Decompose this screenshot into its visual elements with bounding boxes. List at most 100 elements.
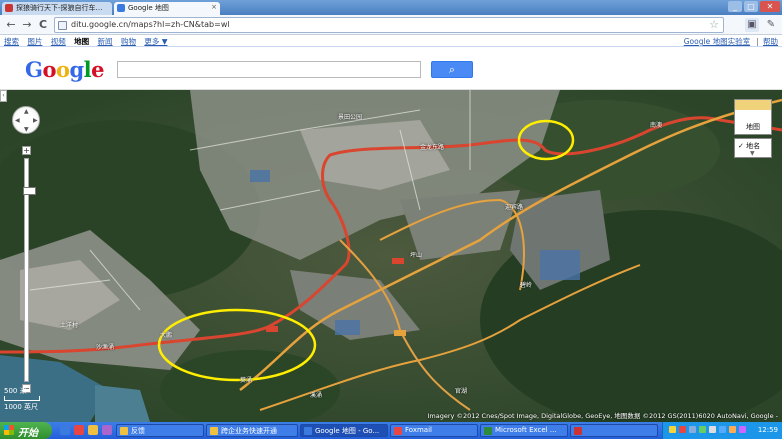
tray-icon[interactable] <box>689 426 696 433</box>
gbar-link-maps[interactable]: 地图 <box>74 37 89 46</box>
pan-down-icon[interactable]: ▼ <box>24 126 29 133</box>
map-place-label[interactable]: 碧岭 <box>520 280 532 289</box>
taskbar-item[interactable]: 跨企业务快速开通 <box>206 424 298 437</box>
map-place-label[interactable]: 溪涌 <box>310 390 322 399</box>
gbar-link-news[interactable]: 新闻 <box>98 37 113 46</box>
gbar-link-images[interactable]: 图片 <box>27 37 42 46</box>
gbar-link-shopping[interactable]: 购物 <box>121 37 136 46</box>
browser-toolbar: ← → C ditu.google.cn/maps?hl=zh-CN&tab=w… <box>0 15 782 35</box>
map-attribution: Imagery ©2012 Cnes/Spot Image, DigitalGl… <box>427 412 779 420</box>
labels-toggle[interactable]: ✓ 地名 ▼ <box>734 138 772 158</box>
tab-favicon-icon <box>5 4 13 12</box>
network-icon[interactable] <box>719 426 726 433</box>
pan-control[interactable]: ▲ ▼ ◀ ▶ <box>12 106 40 134</box>
scale-bar-graphic <box>4 396 40 401</box>
extension-icon[interactable]: ▣ <box>745 18 759 32</box>
collapse-panel-button[interactable]: ‹ <box>0 90 7 102</box>
map-place-label[interactable]: 葵涌 <box>240 375 252 384</box>
map-place-label[interactable]: 官湖 <box>455 386 467 395</box>
map-place-label[interactable]: 景田公园 <box>338 112 362 121</box>
zoom-in-button[interactable]: + <box>22 146 31 155</box>
pan-left-icon[interactable]: ◀ <box>15 117 20 124</box>
quicklaunch-folder-icon[interactable] <box>88 425 98 435</box>
taskbar-item[interactable]: Foxmail <box>390 424 478 437</box>
excel-icon <box>484 427 492 435</box>
url-text: ditu.google.cn/maps?hl=zh-CN&tab=wl <box>71 20 230 29</box>
tab-title: 探狼骑行天下-探狼自行车… <box>16 4 103 12</box>
maps-labs-link[interactable]: Google 地图实验室 <box>684 37 750 46</box>
reload-button[interactable]: C <box>36 18 50 32</box>
quicklaunch-ie-icon[interactable] <box>60 425 70 435</box>
gbar-link-video[interactable]: 视频 <box>51 37 66 46</box>
map-place-label[interactable]: 土洋村 <box>60 320 78 329</box>
taskbar-item[interactable] <box>570 424 658 437</box>
scale-bar: 500 米 1000 英尺 <box>4 386 40 412</box>
app-icon <box>574 427 582 435</box>
tab-tanlang[interactable]: 探狼骑行天下-探狼自行车… <box>2 2 112 15</box>
pan-right-icon[interactable]: ▶ <box>33 117 38 124</box>
google-logo[interactable]: Google <box>25 57 105 82</box>
browser-tab-bar: 探狼骑行天下-探狼自行车… Google 地图 × _ □ ✕ <box>0 0 782 15</box>
tray-icon[interactable] <box>699 426 706 433</box>
address-bar[interactable]: ditu.google.cn/maps?hl=zh-CN&tab=wl ☆ <box>54 17 724 33</box>
windows-taskbar: 开始 反馈 跨企业务快速开通 Google 地图 - Go... Foxmail… <box>0 422 782 439</box>
tray-icon[interactable] <box>669 426 676 433</box>
map-place-label[interactable]: 沙渔涌 <box>96 342 114 351</box>
forward-button[interactable]: → <box>20 18 34 32</box>
zoom-control: + − <box>22 146 36 394</box>
taskbar-item[interactable]: 反馈 <box>116 424 204 437</box>
map-place-label[interactable]: 大鹏 <box>160 330 172 339</box>
map-canvas[interactable]: 景田公园 金龙东路 迎宾路 坪山 土洋村 大鹏 沙渔涌 葵涌 官湖 碧岭 溪涌 … <box>0 90 782 422</box>
gbar-right-links: Google 地图实验室 | 帮助 <box>683 37 778 46</box>
help-link[interactable]: 帮助 <box>763 37 778 46</box>
maximize-button[interactable]: □ <box>744 1 758 12</box>
taskbar-item[interactable]: Microsoft Excel ... <box>480 424 568 437</box>
window-controls: _ □ ✕ <box>728 1 780 12</box>
scale-metric-label: 500 米 <box>4 387 27 395</box>
tray-icon[interactable] <box>739 426 746 433</box>
chevron-down-icon: ▼ <box>750 150 755 157</box>
gbar-link-more[interactable]: 更多 ▼ <box>144 37 167 46</box>
foxmail-icon <box>394 427 402 435</box>
minimize-button[interactable]: _ <box>728 1 742 12</box>
tab-favicon-icon <box>117 4 125 12</box>
map-road-label[interactable]: 金龙东路 <box>420 142 444 151</box>
tab-close-icon[interactable]: × <box>211 3 217 11</box>
close-window-button[interactable]: ✕ <box>760 1 780 12</box>
bookmark-star-icon[interactable]: ☆ <box>709 18 719 31</box>
volume-icon[interactable] <box>709 426 716 433</box>
wrench-icon[interactable]: ✎ <box>764 18 778 32</box>
gbar-left-links: 搜索 图片 视频 地图 新闻 购物 更多 ▼ <box>4 36 174 47</box>
folder-icon <box>210 427 218 435</box>
tab-google-maps[interactable]: Google 地图 × <box>114 2 220 15</box>
clock[interactable]: 12:59 <box>758 426 778 434</box>
scale-imperial-label: 1000 英尺 <box>4 403 39 411</box>
search-button[interactable]: ⌕ <box>431 61 473 78</box>
windows-logo-icon <box>4 425 14 435</box>
quicklaunch-media-icon[interactable] <box>102 425 112 435</box>
pan-up-icon[interactable]: ▲ <box>24 108 29 115</box>
map-place-label[interactable]: 南澳 <box>650 120 662 129</box>
map-place-label[interactable]: 坪山 <box>410 250 422 259</box>
tab-title: Google 地图 <box>128 4 169 12</box>
start-label: 开始 <box>18 428 38 439</box>
google-nav-bar: 搜索 图片 视频 地图 新闻 购物 更多 ▼ Google 地图实验室 | 帮助 <box>0 35 782 47</box>
taskbar-item-active[interactable]: Google 地图 - Go... <box>300 424 388 437</box>
map-type-label: 地图 <box>746 123 760 131</box>
maps-header: Google ⌕ <box>0 47 782 90</box>
tray-icon[interactable] <box>679 426 686 433</box>
quicklaunch-app-icon[interactable] <box>74 425 84 435</box>
labels-toggle-text: ✓ 地名 <box>738 142 761 150</box>
back-button[interactable]: ← <box>4 18 18 32</box>
start-button[interactable]: 开始 <box>0 422 52 439</box>
system-tray: 12:59 <box>662 422 782 439</box>
map-type-button[interactable]: 地图 <box>734 99 772 135</box>
zoom-slider-track[interactable] <box>23 158 36 382</box>
tray-icon[interactable] <box>729 426 736 433</box>
zoom-slider-handle[interactable] <box>23 187 36 195</box>
search-input[interactable] <box>117 61 421 78</box>
folder-icon <box>120 427 128 435</box>
satellite-imagery <box>0 90 782 422</box>
gbar-link-search[interactable]: 搜索 <box>4 37 19 46</box>
map-road-label[interactable]: 迎宾路 <box>505 202 523 211</box>
